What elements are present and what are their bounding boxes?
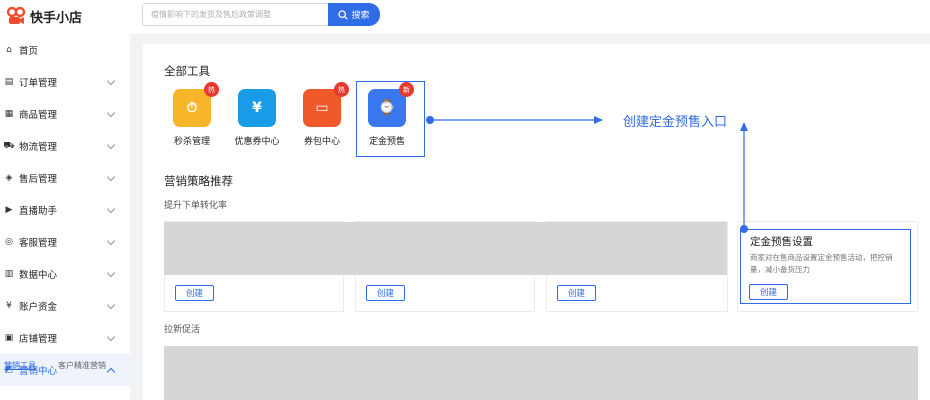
arrow-right: [426, 116, 603, 124]
arrow-up: [740, 122, 748, 233]
annotation-arrows: [426, 116, 748, 233]
annotation-label: 创建定金预售入口: [623, 115, 728, 130]
